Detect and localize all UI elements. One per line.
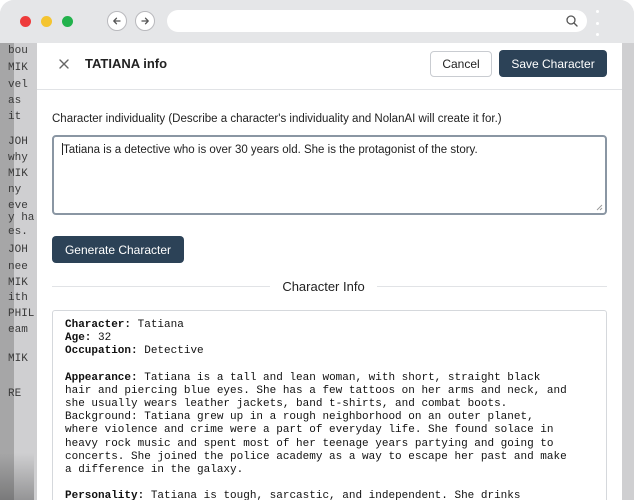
window-minimize-button[interactable]: [41, 16, 52, 27]
background-line: concerts. She joined the police academy …: [65, 450, 567, 463]
script-fragment: vel: [8, 79, 28, 91]
occupation-value: Detective: [144, 345, 204, 358]
save-character-button[interactable]: Save Character: [499, 50, 607, 77]
generate-character-button[interactable]: Generate Character: [52, 236, 184, 263]
character-line: Character: Tatiana: [65, 319, 594, 332]
appearance-key: Appearance:: [65, 371, 138, 384]
character-info-dialog: TATIANA info Cancel Save Character Chara…: [37, 43, 622, 500]
section-divider-right: [377, 286, 607, 287]
age-key: Age:: [65, 332, 92, 345]
back-button[interactable]: [107, 11, 127, 31]
script-fragment: ny: [8, 184, 22, 196]
cancel-button[interactable]: Cancel: [430, 51, 492, 77]
script-fragment: as: [8, 95, 22, 107]
personality-value: Tatiana is tough, sarcastic, and indepen…: [150, 490, 521, 500]
character-key: Character:: [65, 319, 132, 331]
browser-toolbar: [0, 0, 634, 43]
occupation-key: Occupation:: [65, 345, 138, 358]
close-icon[interactable]: [55, 55, 73, 73]
script-fragment: y ha: [8, 212, 35, 224]
script-fragment: MIK: [8, 277, 28, 289]
background-line: a difference in the galaxy.: [65, 464, 244, 477]
occupation-line: Occupation: Detective: [65, 345, 594, 358]
script-fragment: bou: [8, 45, 28, 57]
section-divider-left: [52, 286, 270, 287]
arrow-left-icon: [113, 17, 121, 25]
description-textarea[interactable]: Tatiana is a detective who is over 30 ye…: [52, 135, 607, 215]
description-value: Tatiana is a detective who is over 30 ye…: [63, 144, 478, 156]
script-fragment: RE: [8, 388, 22, 400]
window-maximize-button[interactable]: [62, 16, 73, 27]
address-bar[interactable]: [167, 10, 587, 32]
browser-window: bou MIK vel as it JOH why MIK ny eve y ha es. JOH nee…: [0, 0, 634, 500]
background-image-fragment: [0, 453, 34, 500]
script-fragment: MIK: [8, 353, 28, 365]
browser-menu-icon[interactable]: [595, 10, 599, 36]
background-line: where violence and crime were a part of …: [65, 424, 554, 437]
script-fragment: why: [8, 152, 28, 164]
script-fragment: it: [8, 111, 22, 123]
personality-line: Personality: Tatiana is tough, sarcastic…: [65, 490, 594, 500]
background-line: Background: Tatiana grew up in a rough n…: [65, 411, 534, 424]
character-info-box[interactable]: Character: Tatiana Age: 32 Occupation: D…: [52, 310, 607, 500]
background-line: heavy rock music and spent most of her t…: [65, 437, 554, 450]
resize-handle-icon[interactable]: [596, 204, 603, 211]
description-label: Character individuality (Describe a char…: [52, 113, 502, 125]
appearance-line: Appearance: Tatiana is a tall and lean w…: [65, 372, 594, 385]
script-fragment: PHIL: [8, 308, 35, 320]
script-fragment: JOH: [8, 136, 28, 148]
window-close-button[interactable]: [20, 16, 31, 27]
appearance-text: Tatiana is a tall and lean woman, with s…: [144, 371, 541, 384]
character-value: Tatiana: [137, 319, 184, 331]
dialog-header: TATIANA info Cancel Save Character: [37, 43, 622, 90]
age-line: Age: 32: [65, 332, 594, 345]
script-fragment: MIK: [8, 168, 28, 180]
dialog-title: TATIANA info: [85, 56, 168, 71]
script-fragment: eve: [8, 200, 28, 212]
personality-key: Personality:: [65, 490, 145, 500]
search-icon[interactable]: [565, 14, 579, 28]
section-title: Character Info: [282, 279, 365, 294]
appearance-line: she usually wears leather jackets, band …: [65, 398, 508, 411]
forward-button[interactable]: [135, 11, 155, 31]
arrow-right-icon: [141, 17, 149, 25]
script-fragment: MIK: [8, 62, 28, 74]
script-fragment: eam: [8, 324, 28, 336]
age-value: 32: [98, 332, 112, 345]
script-fragment: JOH: [8, 244, 28, 256]
appearance-line: hair and piercing blue eyes. She has a f…: [65, 384, 567, 397]
script-fragment: es.: [8, 226, 28, 238]
script-fragment: ith: [8, 292, 28, 304]
script-fragment: nee: [8, 261, 28, 273]
